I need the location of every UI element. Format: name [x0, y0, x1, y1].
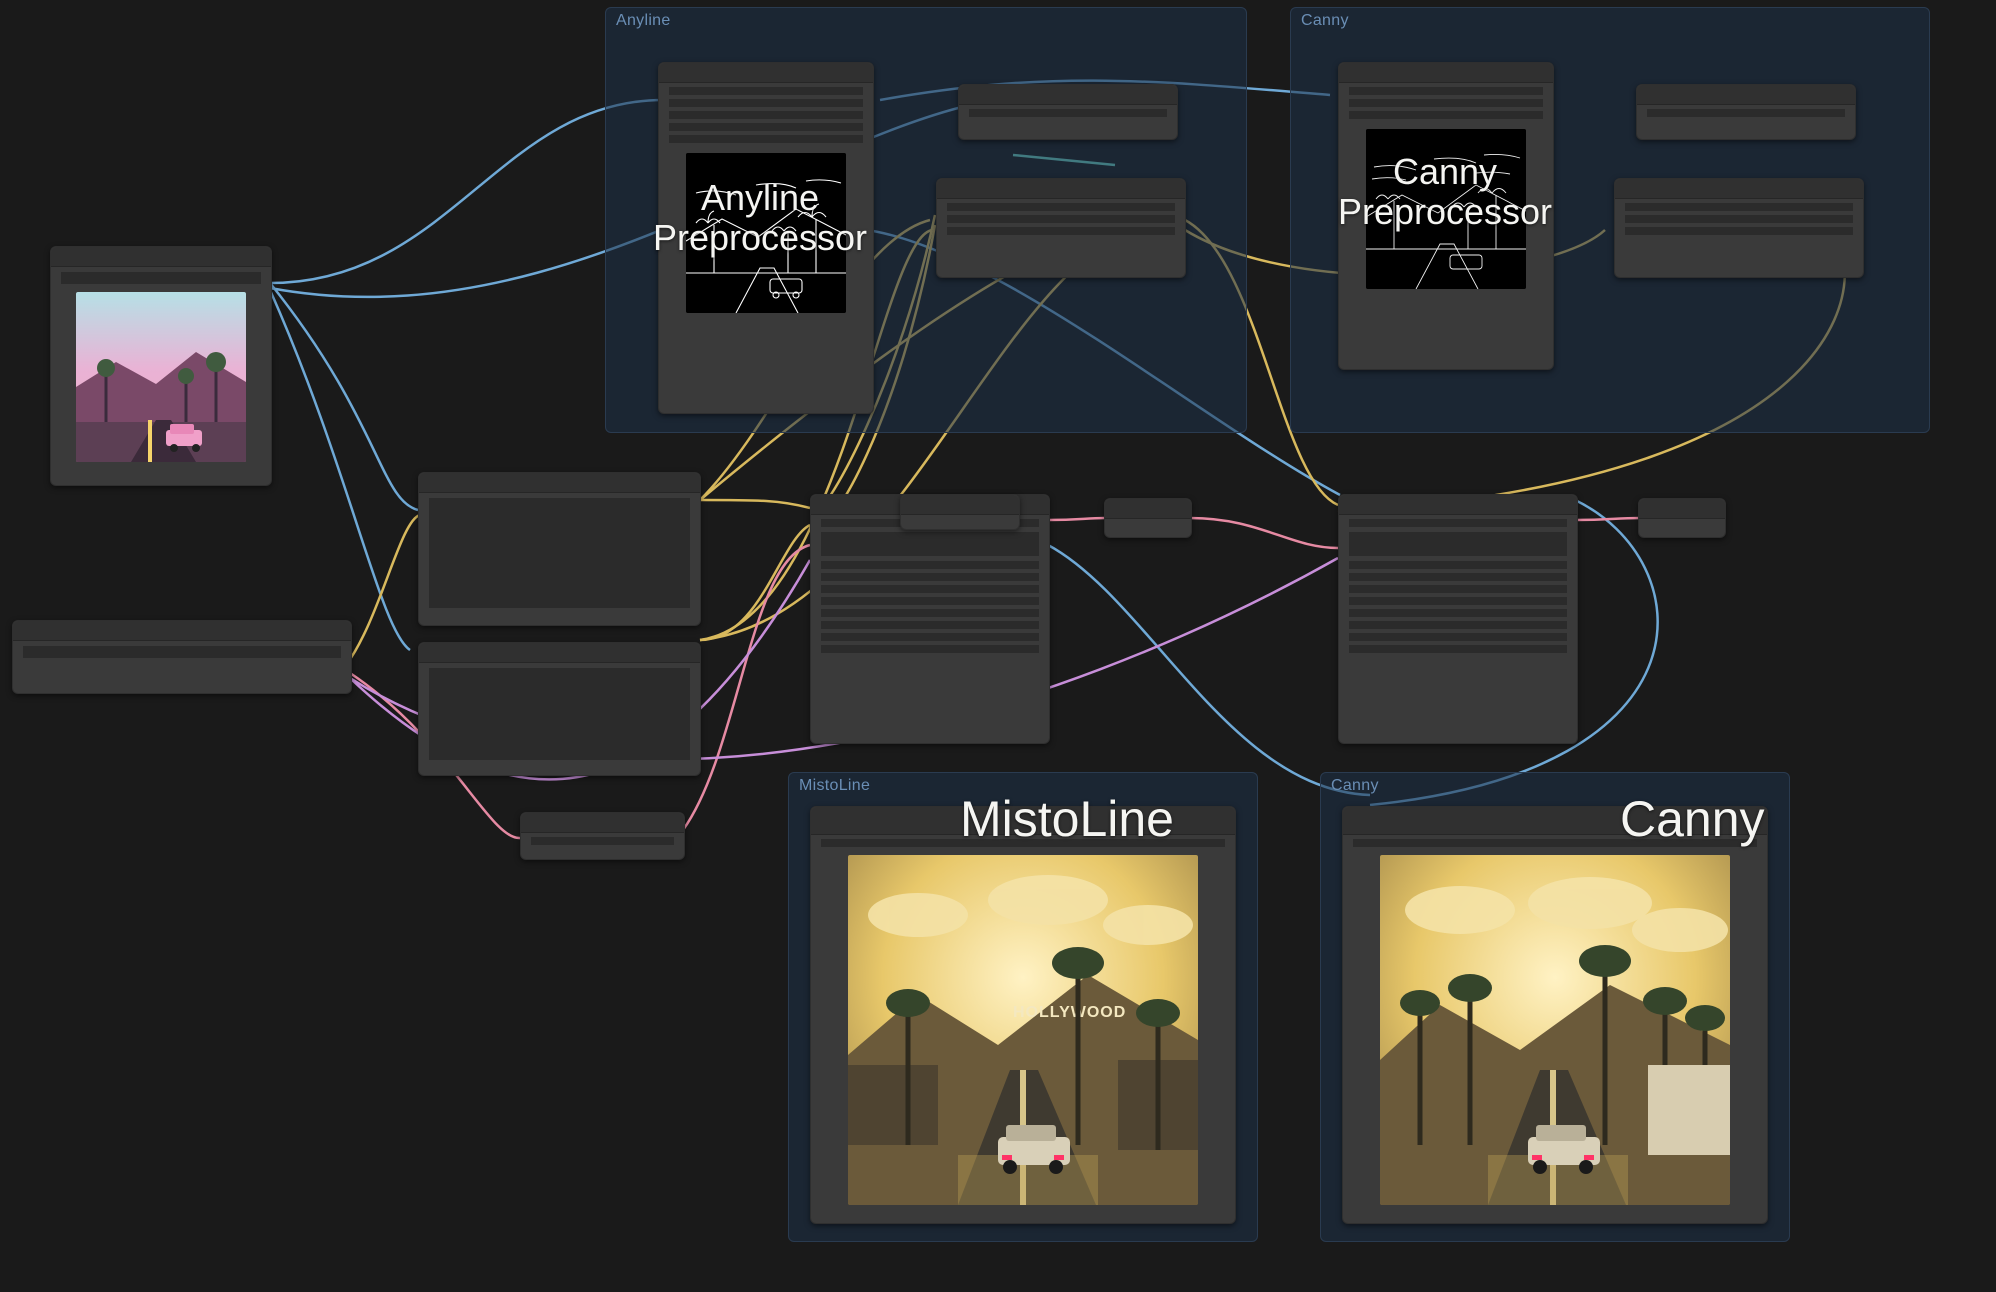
- node-field[interactable]: [1349, 597, 1567, 605]
- node-field[interactable]: [821, 561, 1039, 569]
- node-field[interactable]: [821, 585, 1039, 593]
- group-title: Anyline: [616, 12, 671, 30]
- image-preview-mistoline-output: HOLLYWOOD: [848, 855, 1198, 1205]
- group-title: MistoLine: [799, 777, 870, 795]
- node-field[interactable]: [969, 109, 1167, 117]
- node-field[interactable]: [821, 633, 1039, 641]
- node-load-image[interactable]: [50, 246, 272, 486]
- node-header[interactable]: [419, 643, 700, 663]
- image-preview-input: [76, 292, 246, 462]
- node-field[interactable]: [61, 272, 261, 284]
- node-header[interactable]: [51, 247, 271, 267]
- node-field[interactable]: [1349, 573, 1567, 581]
- node-field[interactable]: [821, 532, 1039, 556]
- node-ksampler-mistoline[interactable]: [810, 494, 1050, 744]
- node-vae-decode-1[interactable]: [1104, 498, 1192, 538]
- node-header[interactable]: [959, 85, 1177, 105]
- node-field[interactable]: [1625, 203, 1853, 211]
- node-header[interactable]: [659, 63, 873, 83]
- node-empty-latent[interactable]: [520, 812, 685, 860]
- node-anyline-preprocessor[interactable]: [658, 62, 874, 414]
- node-header[interactable]: [13, 621, 351, 641]
- node-field[interactable]: [669, 123, 863, 131]
- node-prompt-positive[interactable]: [418, 472, 701, 626]
- node-field[interactable]: [1349, 561, 1567, 569]
- node-header[interactable]: [1637, 85, 1855, 105]
- node-field[interactable]: [821, 621, 1039, 629]
- node-field: [1353, 839, 1757, 847]
- node-field[interactable]: [1647, 109, 1845, 117]
- node-header[interactable]: [811, 807, 1235, 835]
- node-checkpoint[interactable]: [12, 620, 352, 694]
- node-field[interactable]: [947, 215, 1175, 223]
- node-header[interactable]: [901, 495, 1019, 515]
- node-field[interactable]: [429, 498, 690, 608]
- node-header[interactable]: [521, 813, 684, 833]
- node-preview-canny[interactable]: [1342, 806, 1768, 1224]
- group-title: Canny: [1331, 777, 1379, 795]
- image-preview-canny-edges: [1366, 129, 1526, 289]
- node-header[interactable]: [1105, 499, 1191, 519]
- node-field[interactable]: [429, 668, 690, 760]
- node-field[interactable]: [669, 87, 863, 95]
- node-canny-controlnet-load[interactable]: [1636, 84, 1856, 140]
- node-header[interactable]: [1639, 499, 1725, 519]
- node-header[interactable]: [1339, 495, 1577, 515]
- node-prompt-negative[interactable]: [418, 642, 701, 776]
- node-header[interactable]: [1615, 179, 1863, 199]
- image-preview-anyline-edges: [686, 153, 846, 313]
- node-vae-decode-2[interactable]: [1638, 498, 1726, 538]
- node-field[interactable]: [821, 645, 1039, 653]
- node-field[interactable]: [1349, 633, 1567, 641]
- node-field[interactable]: [1625, 227, 1853, 235]
- node-field[interactable]: [821, 609, 1039, 617]
- svg-text:HOLLYWOOD: HOLLYWOOD: [1013, 1004, 1126, 1021]
- node-field[interactable]: [669, 135, 863, 143]
- node-header[interactable]: [419, 473, 700, 493]
- node-header[interactable]: [1343, 807, 1767, 835]
- group-title: Canny: [1301, 12, 1349, 30]
- node-header[interactable]: [937, 179, 1185, 199]
- node-canny-apply-controlnet[interactable]: [1614, 178, 1864, 278]
- node-field[interactable]: [821, 597, 1039, 605]
- node-header[interactable]: [1339, 63, 1553, 83]
- node-field[interactable]: [1625, 215, 1853, 223]
- node-field[interactable]: [669, 99, 863, 107]
- node-field: [821, 839, 1225, 847]
- node-field[interactable]: [1349, 609, 1567, 617]
- node-preview-mistoline[interactable]: HOLLYWOOD: [810, 806, 1236, 1224]
- node-anyline-apply-controlnet[interactable]: [936, 178, 1186, 278]
- node-field[interactable]: [947, 227, 1175, 235]
- node-field[interactable]: [821, 573, 1039, 581]
- node-field[interactable]: [23, 646, 341, 658]
- node-anyline-controlnet-load[interactable]: [958, 84, 1178, 140]
- node-field[interactable]: [1349, 532, 1567, 556]
- node-field[interactable]: [531, 837, 674, 845]
- node-reroute[interactable]: [900, 494, 1020, 530]
- node-field[interactable]: [1349, 645, 1567, 653]
- node-field[interactable]: [1349, 519, 1567, 527]
- node-field[interactable]: [1349, 621, 1567, 629]
- node-field[interactable]: [1349, 111, 1543, 119]
- node-canny-preprocessor[interactable]: [1338, 62, 1554, 370]
- node-field[interactable]: [1349, 585, 1567, 593]
- node-ksampler-canny[interactable]: [1338, 494, 1578, 744]
- node-field[interactable]: [947, 203, 1175, 211]
- node-field[interactable]: [1349, 87, 1543, 95]
- node-field[interactable]: [1349, 99, 1543, 107]
- image-preview-canny-output: [1380, 855, 1730, 1205]
- node-field[interactable]: [669, 111, 863, 119]
